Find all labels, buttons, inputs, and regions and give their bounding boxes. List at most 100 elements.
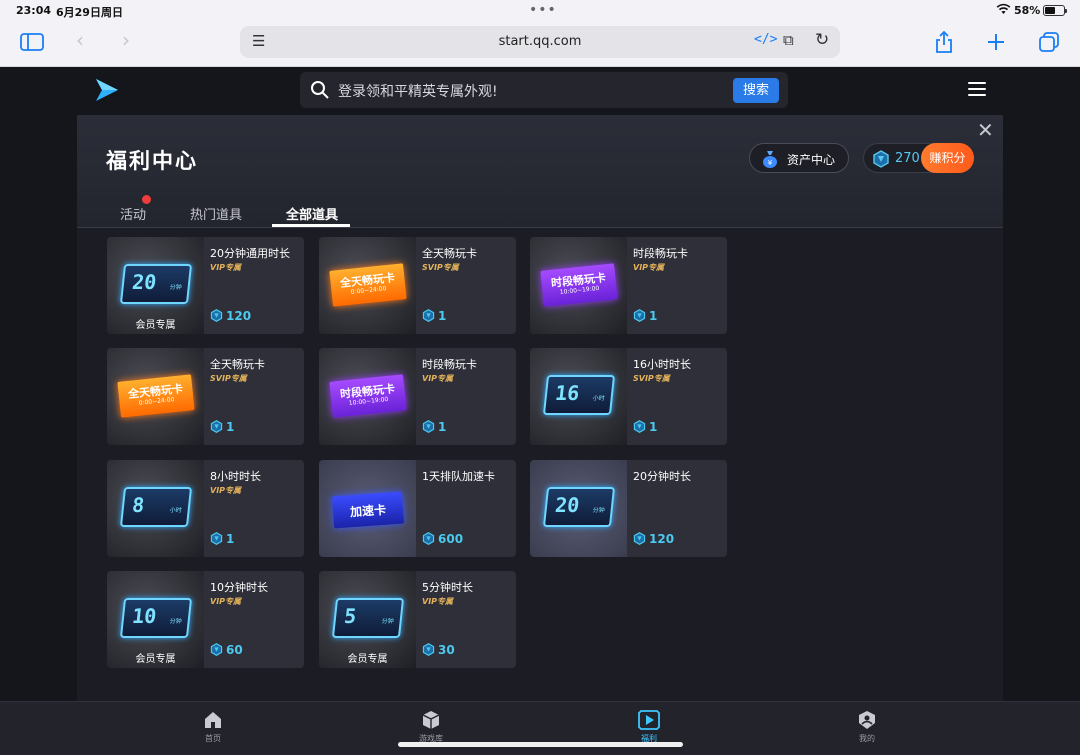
item-price: 60 xyxy=(210,643,243,657)
item-card[interactable]: 5 分钟 会员专属 5分钟时长 VIP专属 30 xyxy=(319,571,516,668)
price-value: 120 xyxy=(649,532,675,546)
item-card[interactable]: 20 分钟 会员专属 20分钟通用时长 VIP专属 120 xyxy=(107,237,304,334)
member-only-label: 会员专属 xyxy=(135,320,176,331)
status-date: 6月29日周日 xyxy=(56,6,123,19)
item-card[interactable]: 8 小时 8小时时长 VIP专属 1 xyxy=(107,460,304,557)
item-card[interactable]: 加速卡 1天排队加速卡 600 xyxy=(319,460,516,557)
play-icon xyxy=(638,710,660,730)
extension-icon[interactable]: ⧉ xyxy=(783,31,794,49)
gem-icon xyxy=(633,420,646,433)
item-thumbnail: 时段畅玩卡 10:00~19:00 xyxy=(530,237,627,334)
gem-icon xyxy=(422,643,435,656)
back-icon[interactable]: ‹ xyxy=(76,28,84,52)
member-only-label: 会员专属 xyxy=(347,654,388,665)
item-price: 1 xyxy=(633,309,657,323)
menu-icon[interactable] xyxy=(968,82,986,96)
item-card[interactable]: 10 分钟 会员专属 10分钟时长 VIP专属 60 xyxy=(107,571,304,668)
sidebar-toggle-icon[interactable] xyxy=(20,32,44,52)
nav-game-library[interactable]: 游戏库 xyxy=(401,710,461,744)
price-value: 600 xyxy=(438,532,464,546)
search-box[interactable]: 登录领和平精英专属外观! 搜索 xyxy=(300,72,788,108)
nav-home[interactable]: 首页 xyxy=(183,710,243,744)
nav-welfare[interactable]: 福利 xyxy=(619,710,679,744)
close-icon[interactable]: ✕ xyxy=(977,118,994,142)
item-price: 120 xyxy=(633,532,674,546)
page-title: 福利中心 xyxy=(106,149,198,173)
item-card[interactable]: 全天畅玩卡 0:00~24:00 全天畅玩卡 SVIP专属 1 xyxy=(319,237,516,334)
home-icon xyxy=(205,712,221,728)
item-name: 16小时时长 xyxy=(633,358,691,371)
more-dots-icon[interactable]: ••• xyxy=(529,2,557,18)
item-card[interactable]: 时段畅玩卡 10:00~19:00 时段畅玩卡 VIP专属 1 xyxy=(319,348,516,445)
logo-icon[interactable] xyxy=(94,77,120,103)
item-thumbnail: 20 分钟会员专属 xyxy=(107,237,204,334)
item-price: 1 xyxy=(422,420,446,434)
status-bar: 23:04 6月29日周日 ••• 58% xyxy=(0,0,1080,22)
item-card[interactable]: 全天畅玩卡 0:00~24:00 全天畅玩卡 SVIP专属 1 xyxy=(107,348,304,445)
item-card[interactable]: 时段畅玩卡 10:00~19:00 时段畅玩卡 VIP专属 1 xyxy=(530,237,727,334)
play-pass-icon: 全天畅玩卡 0:00~24:00 xyxy=(329,263,407,307)
price-value: 1 xyxy=(438,420,447,434)
gem-icon xyxy=(422,420,435,433)
vip-tag: VIP专属 xyxy=(633,263,665,272)
vip-tag: VIP专属 xyxy=(422,597,454,606)
time-card-icon: 10 分钟 xyxy=(119,598,193,638)
item-name: 时段畅玩卡 xyxy=(422,358,477,371)
asset-center-button[interactable]: ¥ 资产中心 xyxy=(749,143,849,173)
time-card-icon: 16 小时 xyxy=(542,375,616,415)
vip-tag: SVIP专属 xyxy=(422,263,459,272)
item-thumbnail: 10 分钟会员专属 xyxy=(107,571,204,668)
time-card-icon: 20 分钟 xyxy=(542,487,616,527)
tabs-overview-icon[interactable] xyxy=(1038,31,1060,53)
search-input[interactable]: 登录领和平精英专属外观! xyxy=(338,81,498,101)
time-value: 20 xyxy=(130,270,158,294)
vip-tag: SVIP专属 xyxy=(210,374,247,383)
code-icon[interactable]: </> xyxy=(754,32,777,47)
play-pass-icon: 全天畅玩卡 0:00~24:00 xyxy=(117,374,195,418)
active-tab-indicator xyxy=(272,224,350,227)
address-bar[interactable]: ☰ start.qq.com </> ⧉ ↻ xyxy=(240,26,840,58)
new-tab-icon[interactable] xyxy=(986,32,1006,52)
home-indicator[interactable] xyxy=(398,742,683,747)
item-card[interactable]: 16 小时 16小时时长 SVIP专属 1 xyxy=(530,348,727,445)
price-value: 1 xyxy=(226,532,235,546)
item-name: 全天畅玩卡 xyxy=(210,358,265,371)
speed-title: 加速卡 xyxy=(349,502,387,520)
gem-icon xyxy=(873,150,889,168)
tab-activity[interactable]: 活动 xyxy=(120,204,146,223)
share-icon[interactable] xyxy=(934,30,954,54)
reload-icon[interactable]: ↻ xyxy=(815,30,829,50)
welfare-panel: ✕ 福利中心 ¥ 资产中心 270 赚积分 活动 热门道具 全部道具 20 分钟会… xyxy=(77,115,1003,701)
item-card[interactable]: 20 分钟 20分钟时长 120 xyxy=(530,460,727,557)
time-card-icon: 20 分钟 xyxy=(119,264,193,304)
price-value: 60 xyxy=(226,643,243,657)
search-button[interactable]: 搜索 xyxy=(733,78,779,103)
gem-icon xyxy=(422,309,435,322)
member-only-label: 会员专属 xyxy=(135,654,176,665)
gem-icon xyxy=(210,532,223,545)
time-value: 8 xyxy=(130,493,146,517)
battery-icon xyxy=(1043,5,1067,16)
vip-tag: SVIP专属 xyxy=(633,374,670,383)
battery-percent: 58% xyxy=(1014,4,1041,17)
gem-icon xyxy=(210,420,223,433)
item-price: 120 xyxy=(210,309,251,323)
time-unit: 分钟 xyxy=(592,507,605,514)
item-thumbnail: 时段畅玩卡 10:00~19:00 xyxy=(319,348,416,445)
gem-icon xyxy=(210,309,223,322)
browser-toolbar: ‹ › ☰ start.qq.com </> ⧉ ↻ xyxy=(0,22,1080,67)
nav-label: 我的 xyxy=(859,734,875,743)
nav-profile[interactable]: 我的 xyxy=(837,710,897,744)
time-card-icon: 8 小时 xyxy=(119,487,193,527)
price-value: 1 xyxy=(226,420,235,434)
item-name: 10分钟时长 xyxy=(210,581,268,594)
tab-all-items[interactable]: 全部道具 xyxy=(286,204,338,223)
time-unit: 小时 xyxy=(592,395,605,402)
price-value: 1 xyxy=(649,309,658,323)
forward-icon[interactable]: › xyxy=(122,28,130,52)
tab-hot-items[interactable]: 热门道具 xyxy=(190,204,242,223)
earn-points-button[interactable]: 赚积分 xyxy=(921,143,974,173)
item-price: 1 xyxy=(422,309,446,323)
nav-label: 首页 xyxy=(205,734,221,743)
time-unit: 小时 xyxy=(169,507,182,514)
